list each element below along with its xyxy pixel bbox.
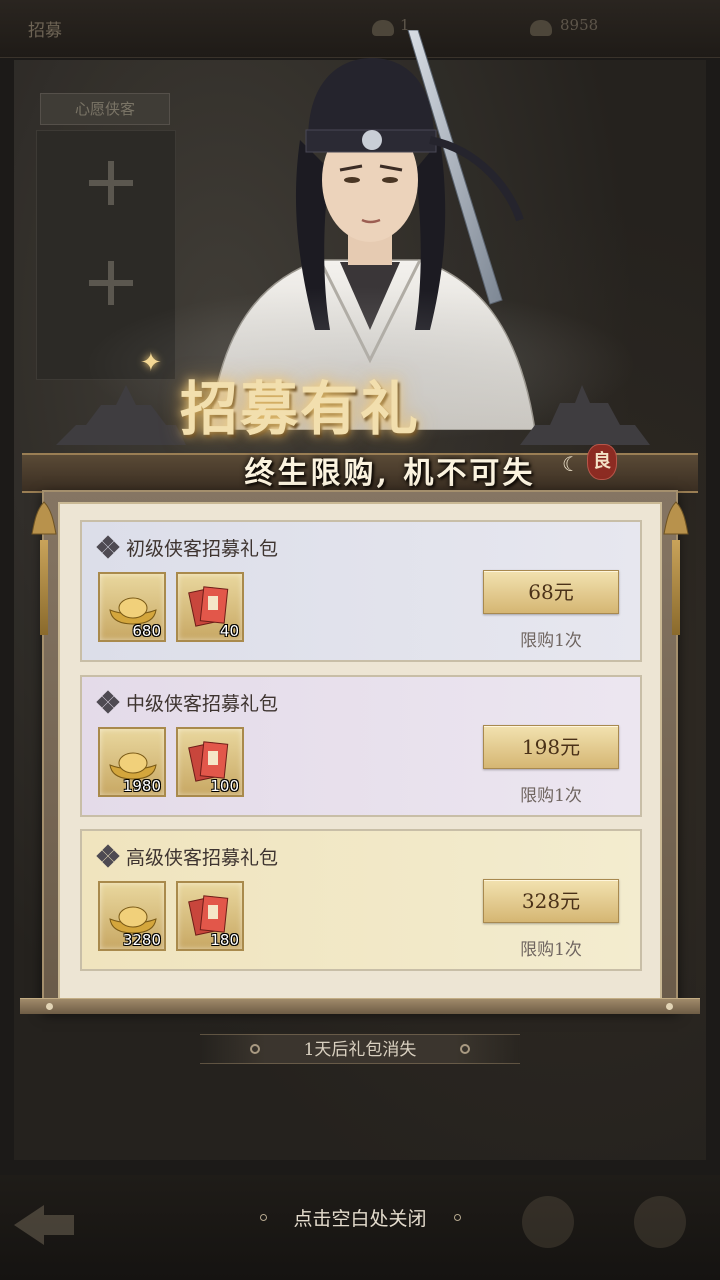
crescent-icon: ☾ [562, 452, 580, 476]
pack-title: 高级侠客招募礼包 [126, 847, 279, 869]
background-screen-title: 招募 [28, 21, 62, 41]
quality-seal: 良 [587, 444, 617, 480]
purchase-limit: 限购1次 [520, 786, 582, 806]
event-title: 招募有礼 [179, 375, 420, 443]
ornament-dot-icon [460, 1044, 470, 1054]
gift-pack-basic: 初级侠客招募礼包 680 40 68元 限购1次 [80, 520, 642, 662]
pack-title: 中级侠客招募礼包 [126, 693, 279, 715]
item-quantity: 100 [210, 777, 239, 795]
bell-ornament-icon [30, 500, 58, 635]
ornament-dot-icon [260, 1214, 267, 1221]
close-hint-text: 点击空白处关闭 [293, 1208, 427, 1230]
reward-item[interactable]: 40 [176, 572, 244, 642]
expiry-text: 1天后礼包消失 [303, 1040, 417, 1060]
background-menu-button [610, 1188, 710, 1274]
gift-pack-intermediate: 中级侠客招募礼包 1980 100 198元 限购1次 [80, 675, 642, 817]
ornament-dot-icon [454, 1214, 461, 1221]
plus-icon [89, 161, 133, 205]
diamond-bullet-icon [96, 535, 120, 559]
purchase-limit: 限购1次 [520, 940, 582, 960]
item-quantity: 3280 [122, 931, 161, 949]
background-panel-tag: 心愿侠客 [40, 93, 170, 125]
buy-button[interactable]: 328元 [483, 879, 619, 923]
buy-button[interactable]: 198元 [483, 725, 619, 769]
purchase-limit: 限购1次 [520, 631, 582, 651]
close-hint[interactable]: 点击空白处关闭 [230, 1204, 490, 1231]
pavilion-silhouette-right [520, 385, 650, 445]
reward-item[interactable]: 1980 [98, 727, 166, 797]
buy-button[interactable]: 68元 [483, 570, 619, 614]
item-quantity: 180 [210, 931, 239, 949]
reward-item[interactable]: 680 [98, 572, 166, 642]
item-quantity: 1980 [122, 777, 161, 795]
bell-ornament-icon [662, 500, 690, 635]
background-menu-button [500, 1188, 596, 1274]
expiry-timer: 1天后礼包消失 [200, 1034, 520, 1064]
frame-base [20, 998, 700, 1014]
diamond-bullet-icon [96, 844, 120, 868]
reward-item[interactable]: 100 [176, 727, 244, 797]
back-arrow-icon [14, 1205, 74, 1245]
item-quantity: 40 [219, 622, 239, 640]
reward-item[interactable]: 3280 [98, 881, 166, 951]
resource-count-2: 8958 [560, 16, 599, 34]
gift-pack-advanced: 高级侠客招募礼包 3280 180 328元 限购1次 [80, 829, 642, 971]
diamond-bullet-icon [96, 690, 120, 714]
pack-title: 初级侠客招募礼包 [126, 538, 279, 560]
item-quantity: 680 [132, 622, 161, 640]
reward-item[interactable]: 180 [176, 881, 244, 951]
